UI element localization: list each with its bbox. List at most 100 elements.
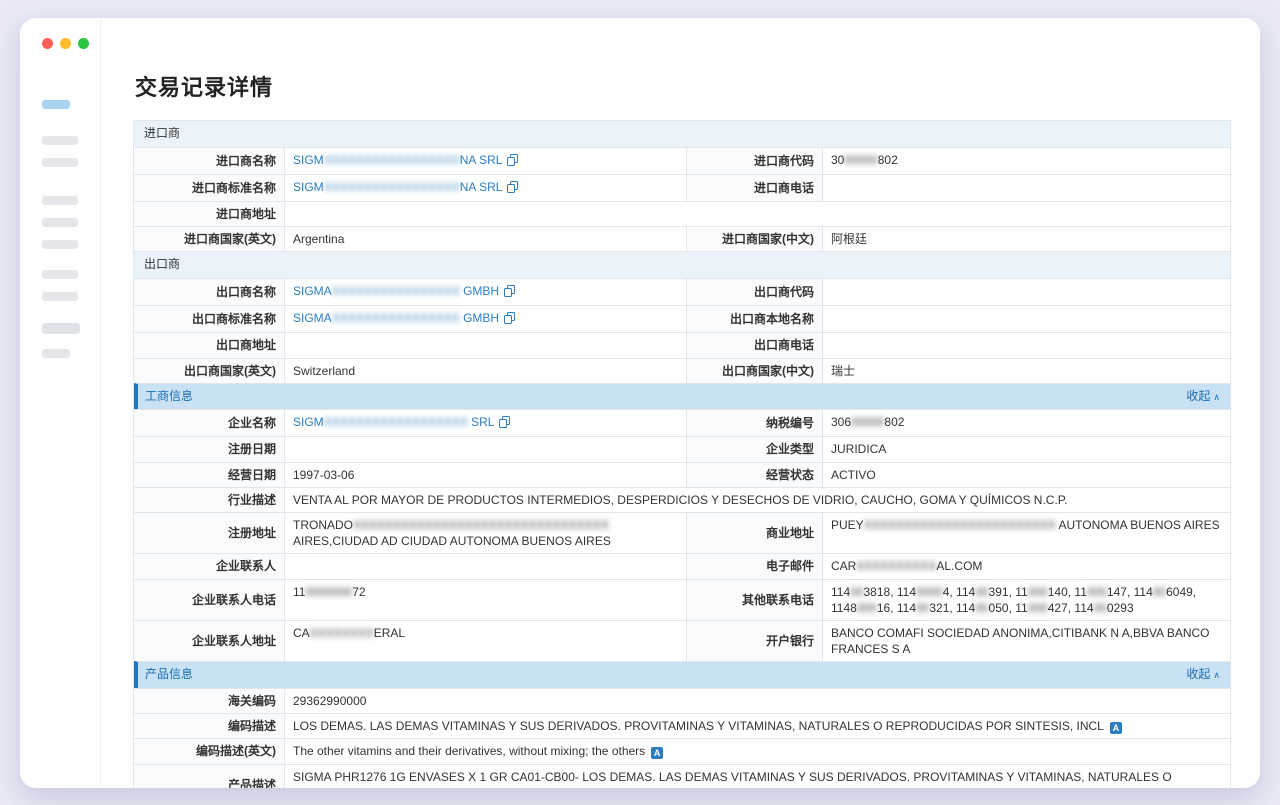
company-link[interactable]: SIGMXXXXXXXXXXXXXXXXXX SRL [293, 415, 494, 429]
field-label: 海关编码 [134, 689, 284, 713]
company-link[interactable]: SIGMAXXXXXXXXXXXXXXXX GMBH [293, 311, 499, 325]
chevron-up-icon: ∧ [1213, 670, 1220, 680]
value-text: Switzerland [293, 364, 355, 378]
section-header: 出口商 [134, 251, 1230, 278]
field-value: 29362990000 [284, 689, 1230, 713]
value-text: GMBH [460, 311, 499, 325]
table-row: 产品描述SIGMA PHR1276 1G ENVASES X 1 GR CA01… [134, 764, 1230, 789]
field-label: 编码描述 [134, 714, 284, 738]
copy-icon[interactable] [507, 154, 518, 170]
field-label: 进口商电话 [686, 175, 822, 201]
field-value: Switzerland [284, 359, 686, 383]
copy-icon[interactable] [504, 285, 515, 301]
redacted-text: 00 [1153, 585, 1166, 599]
field-value: 114003818, 11400004, 11400391, 11000140,… [822, 580, 1230, 620]
field-value [822, 306, 1230, 332]
collapse-toggle[interactable]: 收起∧ [1186, 667, 1220, 683]
redacted-text: XXXXXXXXXXXXXXXXXXXXXXXX [864, 518, 1056, 532]
page-title: 交易记录详情 [135, 70, 1230, 102]
field-value: JURIDICA [822, 437, 1230, 461]
field-label: 企业联系人地址 [134, 621, 284, 661]
value-text: 427, 114 [1048, 601, 1094, 615]
value-text: SRL [468, 415, 495, 429]
value-text: CAR [831, 559, 856, 573]
field-label: 纳税编号 [686, 410, 822, 436]
value-text: 11 [293, 585, 305, 599]
field-value: 1997-03-06 [284, 463, 686, 487]
field-label: 出口商国家(中文) [686, 359, 822, 383]
field-label: 编码描述(英文) [134, 739, 284, 763]
redacted-text: XXXXXXXXXX [856, 559, 936, 573]
section-title: 进口商 [144, 126, 180, 140]
table-row: 编码描述 LOS DEMAS. LAS DEMAS VITAMINAS Y SUS… [134, 713, 1230, 738]
sidebar-skeleton-bar [42, 196, 78, 205]
table-row: 出口商国家(英文)Switzerland出口商国家(中文)瑞士 [134, 358, 1230, 383]
table-row: 企业联系人地址CAXXXXXXXXERAL开户银行BANCO COMAFI SO… [134, 620, 1230, 661]
translate-icon[interactable]: A [1110, 722, 1122, 734]
table-row: 编码描述(英文) The other vitamins and their der… [134, 738, 1230, 763]
field-value: SIGMXXXXXXXXXXXXXXXXXNA SRL [284, 148, 686, 174]
field-label: 其他联系电话 [686, 580, 822, 620]
value-text: 802 [884, 415, 904, 429]
redacted-text: 00 [916, 601, 929, 615]
field-value: SIGMXXXXXXXXXXXXXXXXXX SRL [284, 410, 686, 436]
field-value: SIGMXXXXXXXXXXXXXXXXXNA SRL [284, 175, 686, 201]
field-label: 进口商地址 [134, 202, 284, 226]
value-text: 16, 114 [877, 601, 916, 615]
translate-icon[interactable]: A [651, 747, 663, 759]
redacted-text: 0000000 [305, 585, 352, 599]
field-label: 进口商国家(中文) [686, 227, 822, 251]
redacted-text: XXXXXXXXXXXXXXXXX [324, 180, 460, 194]
value-text: SIGMA [293, 284, 332, 298]
value-text: LOS DEMAS. LAS DEMAS VITAMINAS Y SUS DER… [293, 719, 1104, 733]
field-label: 出口商代码 [686, 279, 822, 305]
copy-icon[interactable] [507, 181, 518, 197]
redacted-text: 000 [1028, 601, 1048, 615]
value-text: VENTA AL POR MAYOR DE PRODUCTOS INTERMED… [293, 493, 1068, 507]
redacted-text: 000 [857, 601, 877, 615]
sidebar-skeleton-bar [42, 292, 78, 301]
value-text: 30 [831, 153, 844, 167]
value-text: AL.COM [936, 559, 982, 573]
redacted-text: XXXXXXXXXXXXXXXXXX [324, 415, 468, 429]
field-label: 进口商代码 [686, 148, 822, 174]
table-row: 进口商地址 [134, 201, 1230, 226]
field-value: VENTA AL POR MAYOR DE PRODUCTOS INTERMED… [284, 488, 1230, 512]
table-row: 出口商地址出口商电话 [134, 332, 1230, 357]
field-label: 企业名称 [134, 410, 284, 436]
company-link[interactable]: SIGMXXXXXXXXXXXXXXXXXNA SRL [293, 180, 502, 194]
redacted-text: 00 [975, 585, 988, 599]
table-row: 出口商名称SIGMAXXXXXXXXXXXXXXXX GMBH出口商代码 [134, 278, 1230, 305]
value-text: 114 [831, 585, 850, 599]
field-label: 出口商标准名称 [134, 306, 284, 332]
value-text: 321, 114 [929, 601, 975, 615]
value-text: ERAL [374, 626, 405, 640]
collapse-toggle[interactable]: 收起∧ [1186, 389, 1220, 405]
sidebar-skeleton-bar [42, 158, 78, 167]
redacted-text: 00000 [851, 415, 884, 429]
field-value: CAXXXXXXXXERAL [284, 621, 686, 661]
company-link[interactable]: SIGMAXXXXXXXXXXXXXXXX GMBH [293, 284, 499, 298]
value-text: 72 [352, 585, 365, 599]
value-text: SIGM [293, 153, 324, 167]
section-title: 工商信息 [145, 389, 193, 405]
copy-icon[interactable] [504, 312, 515, 328]
redacted-text: 000 [1028, 585, 1048, 599]
field-label: 出口商本地名称 [686, 306, 822, 332]
value-text: 050, 11 [989, 601, 1028, 615]
table-row: 行业描述VENTA AL POR MAYOR DE PRODUCTOS INTE… [134, 487, 1230, 512]
collapse-label: 收起 [1186, 667, 1210, 681]
field-label: 出口商国家(英文) [134, 359, 284, 383]
chevron-up-icon: ∧ [1213, 392, 1220, 402]
copy-icon[interactable] [499, 416, 510, 432]
redacted-text: XXXXXXXXXXXXXXXXX [324, 153, 460, 167]
value-text: 0293 [1107, 601, 1134, 615]
value-text: 4, 114 [943, 585, 975, 599]
value-text: The other vitamins and their derivatives… [293, 744, 645, 758]
company-link[interactable]: SIGMXXXXXXXXXXXXXXXXXNA SRL [293, 153, 502, 167]
redacted-text: XXXXXXXXXXXXXXXX [332, 284, 460, 298]
value-text: 306 [831, 415, 851, 429]
value-text: 1997-03-06 [293, 468, 354, 482]
field-label: 进口商名称 [134, 148, 284, 174]
sidebar-skeleton-bar [42, 136, 78, 145]
